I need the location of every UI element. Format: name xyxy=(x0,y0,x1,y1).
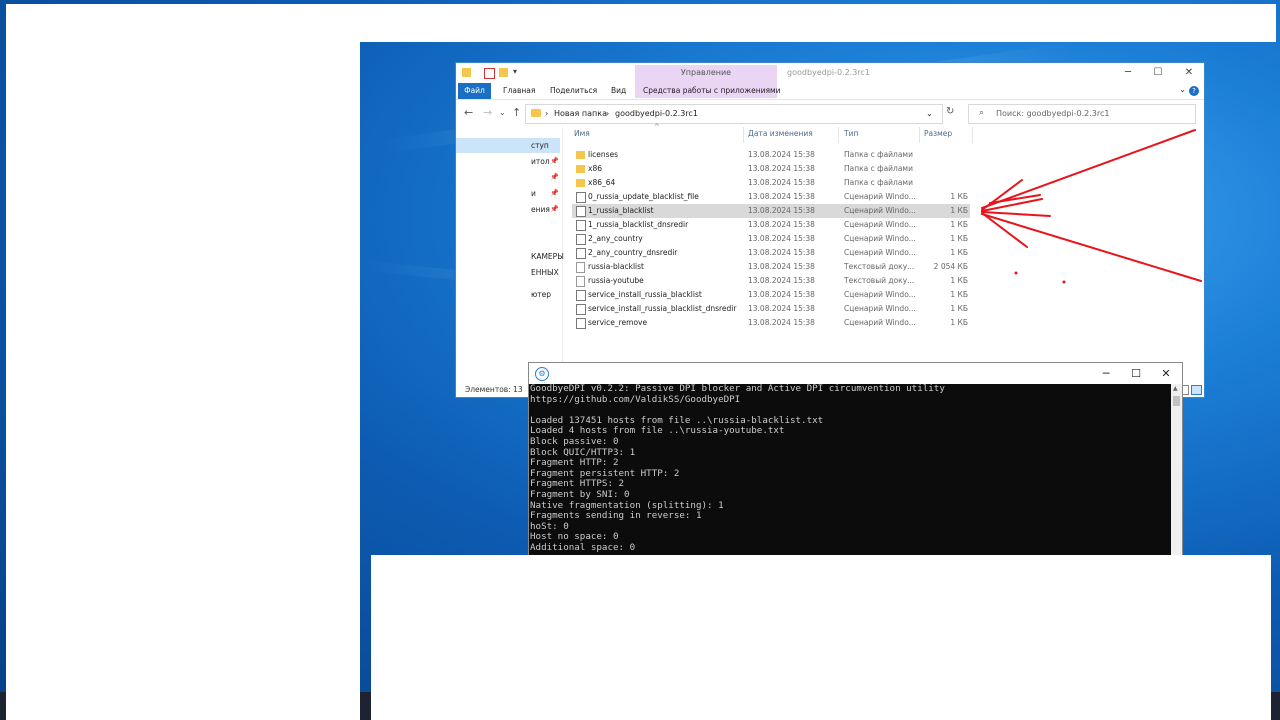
arrow-line xyxy=(981,212,1028,248)
annotation-dot xyxy=(1062,280,1066,284)
arrow-line xyxy=(981,213,1202,282)
annotation-dot xyxy=(1014,271,1018,275)
arrow-strokes xyxy=(981,129,1202,282)
redaction-block xyxy=(371,555,1271,720)
arrow-line xyxy=(981,129,1196,209)
arrow-line xyxy=(981,211,1051,217)
